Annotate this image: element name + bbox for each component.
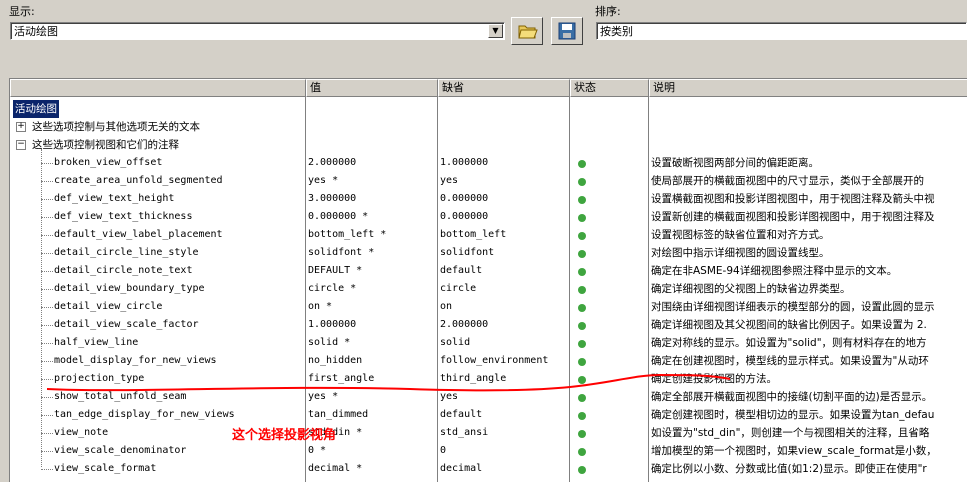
save-config-button[interactable]: [551, 17, 583, 45]
display-select[interactable]: 活动绘图 ▼: [10, 22, 505, 40]
open-file-button[interactable]: [511, 17, 543, 45]
display-label: 显示:: [9, 5, 35, 18]
annotation-text: 这个选择投影视角: [232, 428, 337, 443]
folder-open-icon: [518, 25, 538, 39]
annotation-underline: [46, 373, 731, 392]
sort-select-value: 按类别: [600, 25, 633, 38]
sort-select[interactable]: 按类别: [596, 22, 967, 40]
options-grid: 值 缺省 状态 说明 活动绘图 + 这些选项控制与其他选项无关的文本 − 这些选…: [9, 78, 967, 482]
sort-label: 排序:: [595, 5, 621, 18]
chevron-down-icon[interactable]: ▼: [488, 24, 503, 38]
save-icon: [558, 22, 576, 40]
display-select-value: 活动绘图: [14, 25, 58, 38]
